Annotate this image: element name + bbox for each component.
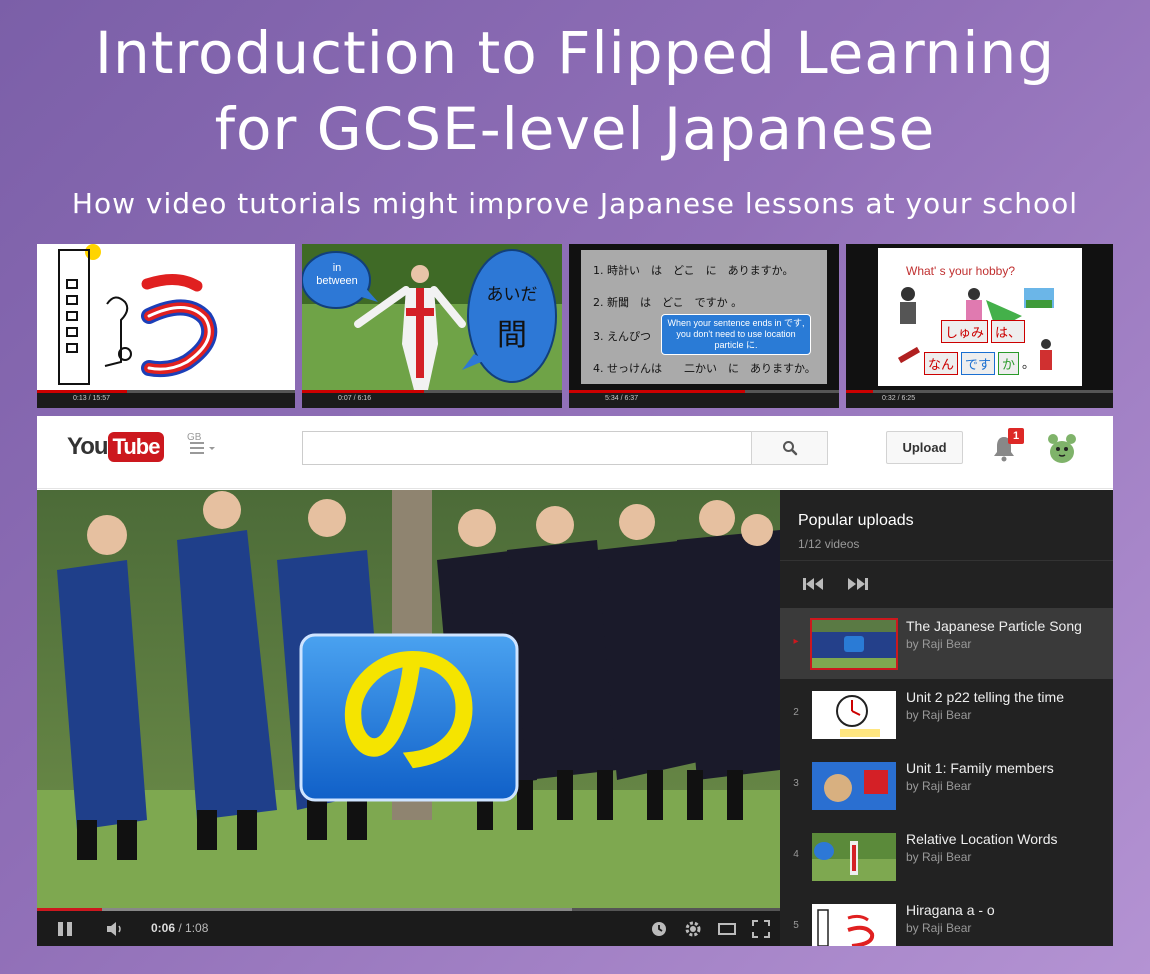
- playlist-panel: Popular uploads 1/12 videos ▸ The Japane…: [780, 490, 1113, 946]
- playlist-item-thumbnail: [812, 762, 896, 810]
- theater-mode-icon[interactable]: [717, 919, 737, 939]
- slide-line-2: 2. 新聞 は どこ ですか 。: [593, 296, 743, 309]
- playlist-item-title: Unit 2 p22 telling the time: [906, 689, 1064, 705]
- word-period: 。: [1022, 357, 1036, 372]
- player-controls: 0:06 / 1:08: [37, 908, 780, 946]
- word-shumi: しゅみ: [941, 320, 989, 343]
- thumbnail-control-bar: 0:32 / 6:25: [846, 390, 1113, 408]
- playlist-item-title: The Japanese Particle Song: [906, 618, 1082, 634]
- slide-line-4: 4. せっけんは 二かい に ありますか。: [593, 362, 816, 375]
- hiragana-no-character: の: [333, 623, 484, 797]
- playlist-item-index: 5: [793, 920, 799, 931]
- time-separator: /: [175, 921, 186, 935]
- thumbnail-time: 0:07 / 6:16: [338, 395, 372, 402]
- playlist-item-index: 4: [793, 849, 799, 860]
- playlist-count: 1/12 videos: [798, 537, 860, 551]
- playlist-item-index: 3: [793, 778, 799, 789]
- playlist-item-channel: by Raji Bear: [906, 708, 972, 722]
- pause-icon[interactable]: [55, 920, 75, 938]
- playlist-item-title: Hiragana a - o: [906, 902, 995, 918]
- word-nan: なん: [924, 352, 959, 375]
- playlist-item-thumbnail: [812, 833, 896, 881]
- logo-tube-text: Tube: [107, 432, 165, 462]
- previous-video-icon[interactable]: [802, 576, 824, 592]
- slide-title-line2: for GCSE-level Japanese: [214, 95, 936, 163]
- thumbnail-control-bar: 5:34 / 6:37: [569, 390, 839, 408]
- playlist-item-thumbnail: [812, 691, 896, 739]
- word-ka: か: [998, 352, 1020, 375]
- next-video-icon[interactable]: [847, 576, 869, 592]
- watch-later-icon[interactable]: [649, 919, 669, 939]
- thumbnail-time: 0:32 / 6:25: [882, 395, 916, 402]
- thumbnail-hobby[interactable]: What' s your hobby? しゅみ は、 なん です か 。 0:3…: [846, 244, 1113, 408]
- progress-played: [37, 908, 103, 911]
- playlist-item-title: Unit 1: Family members: [906, 760, 1054, 776]
- thumbnail-image: 1. 時計い は どこ に ありますか。 2. 新聞 は どこ ですか 。 3.…: [569, 244, 839, 390]
- playlist-item[interactable]: 4 Relative Location Words by Raji Bear: [780, 821, 1113, 892]
- thumbnail-time: 5:34 / 6:37: [605, 395, 639, 402]
- thumbnail-location-particle[interactable]: 1. 時計い は どこ に ありますか。 2. 新聞 は どこ ですか 。 3.…: [569, 244, 839, 408]
- thumbnail-progress: [302, 390, 425, 393]
- slide-line-3: 3. えんぴつ: [593, 330, 651, 343]
- search-icon: [782, 441, 797, 456]
- thumbnail-control-bar: 0:07 / 6:16: [302, 390, 562, 408]
- time-display: 0:06 / 1:08: [151, 921, 208, 935]
- fullscreen-icon[interactable]: [751, 919, 771, 939]
- current-time: 0:06: [151, 921, 176, 935]
- playlist-title[interactable]: Popular uploads: [798, 512, 914, 530]
- playlist-item-channel: by Raji Bear: [906, 637, 972, 651]
- progress-buffered: [37, 908, 572, 911]
- youtube-header: You Tube GB Upload 1: [37, 416, 1113, 489]
- youtube-logo[interactable]: You Tube GB: [67, 432, 201, 468]
- playlist-item[interactable]: 2 Unit 2 p22 telling the time by Raji Be…: [780, 679, 1113, 750]
- search-button[interactable]: [751, 431, 828, 465]
- bubble-in-between-text: in between: [316, 262, 358, 287]
- word-wa: は、: [991, 320, 1026, 343]
- now-playing-indicator: ▸: [793, 636, 799, 647]
- thumbnail-progress: [37, 390, 128, 393]
- divider: [780, 560, 1113, 561]
- slide-title-line1: Introduction to Flipped Learning: [94, 19, 1056, 87]
- upload-button[interactable]: Upload: [886, 431, 963, 464]
- playlist-item-index: 2: [793, 707, 799, 718]
- playlist-item-channel: by Raji Bear: [906, 850, 972, 864]
- duration: 1:08: [185, 921, 209, 935]
- thumbnail-time: 0:13 / 15:57: [73, 395, 110, 402]
- playlist-item-channel: by Raji Bear: [906, 921, 972, 935]
- notification-count-badge: 1: [1008, 428, 1024, 444]
- video-player[interactable]: の 0:06 / 1:08: [37, 490, 780, 946]
- bubble-aida-kanji: 間: [497, 318, 527, 353]
- thumbnail-in-between[interactable]: in between あいだ 間 0:07 / 6:16: [302, 244, 562, 408]
- search-input[interactable]: [302, 431, 752, 465]
- thumbnail-progress: [846, 390, 873, 393]
- settings-gear-icon[interactable]: [683, 919, 703, 939]
- hiragana-u-drawing: [58, 244, 218, 385]
- volume-icon[interactable]: [105, 920, 125, 938]
- slide-subtitle: How video tutorials might improve Japane…: [71, 187, 1079, 220]
- word-desu: です: [961, 352, 996, 375]
- playlist-item-title: Relative Location Words: [906, 831, 1058, 847]
- youtube-page: You Tube GB Upload 1 の 0:06 / 1:08 Popul…: [37, 416, 1113, 946]
- thumbnail-progress: [569, 390, 745, 393]
- slide-line-1: 1. 時計い は どこ に ありますか。: [593, 264, 794, 277]
- playlist-item-thumbnail: [812, 904, 896, 946]
- playlist-item[interactable]: ▸ The Japanese Particle Song by Raji Bea…: [780, 608, 1113, 679]
- guide-menu-icon[interactable]: [190, 440, 218, 461]
- particle-callout: When your sentence ends in です, you don't…: [661, 314, 811, 355]
- logo-you-text: You: [67, 433, 109, 460]
- bubble-aida-kana: あいだ: [486, 285, 538, 305]
- thumbnail-image: in between あいだ 間: [302, 244, 562, 390]
- playlist-item-thumbnail: [810, 618, 898, 670]
- playlist-item[interactable]: 5 Hiragana a - o by Raji Bear: [780, 892, 1113, 946]
- playlist-item[interactable]: 3 Unit 1: Family members by Raji Bear: [780, 750, 1113, 821]
- user-avatar[interactable]: [1044, 430, 1080, 466]
- thumbnail-control-bar: 0:13 / 15:57: [37, 390, 295, 408]
- thumbnail-image: What' s your hobby? しゅみ は、 なん です か 。: [846, 244, 1113, 390]
- thumbnail-kanji-strokes[interactable]: 0:13 / 15:57: [37, 244, 295, 408]
- playlist-item-channel: by Raji Bear: [906, 779, 972, 793]
- thumbnail-image: [37, 244, 295, 390]
